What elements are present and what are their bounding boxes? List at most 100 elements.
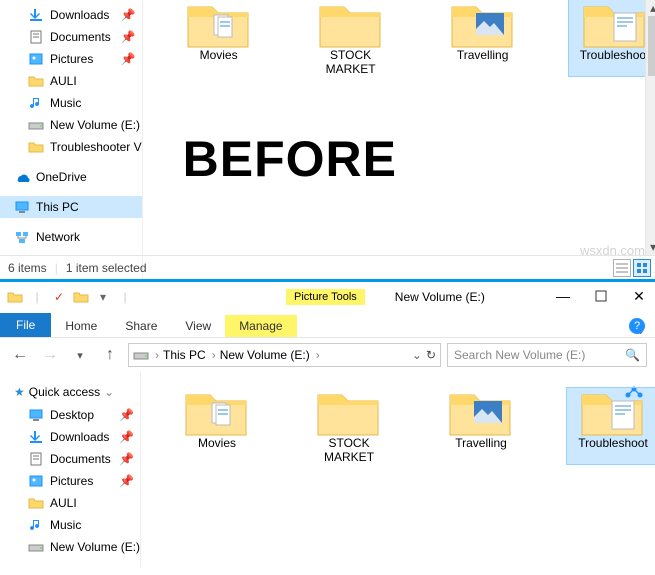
tab-home[interactable]: Home <box>51 315 111 337</box>
folder-icon <box>446 388 516 434</box>
chevron-down-icon[interactable]: ⌄ <box>104 385 114 399</box>
breadcrumb-this-pc[interactable]: This PC <box>163 348 206 362</box>
titlebar: | ✓ ▾ | Picture Tools New Volume (E:) — … <box>0 282 655 312</box>
folder-troubleshoot[interactable]: Troubleshoot <box>567 388 655 464</box>
folder-label: Movies <box>198 436 236 450</box>
nav-label: Troubleshooter V <box>50 140 142 154</box>
pin-icon: 📌 <box>121 30 136 44</box>
quick-access[interactable]: ★ Quick access ⌄ <box>0 380 140 404</box>
folder-movies[interactable]: Movies <box>171 388 263 464</box>
breadcrumb-volume[interactable]: New Volume (E:) <box>220 348 310 362</box>
nav-downloads[interactable]: Downloads 📌 <box>0 4 142 26</box>
tab-file[interactable]: File <box>0 313 51 337</box>
picture-tools-tab[interactable]: Picture Tools <box>286 289 365 305</box>
scrollbar[interactable]: ▴ ▾ <box>645 0 655 255</box>
nav-documents[interactable]: Documents 📌 <box>0 26 142 48</box>
search-placeholder: Search New Volume (E:) <box>454 348 585 362</box>
refresh-icon[interactable]: ↻ <box>426 348 436 362</box>
folder-label: Movies <box>200 48 238 62</box>
pin-icon: 📌 <box>121 8 136 22</box>
drive-icon <box>28 117 44 133</box>
nav-documents[interactable]: Documents📌 <box>0 448 140 470</box>
folder-icon <box>28 73 44 89</box>
nav-pictures[interactable]: Pictures📌 <box>0 470 140 492</box>
folder-icon <box>182 388 252 434</box>
nav-forward-button[interactable]: → <box>38 343 62 367</box>
quick-access-label: Quick access <box>29 385 100 399</box>
qat-dropdown[interactable]: ▾ <box>92 284 114 310</box>
nav-music[interactable]: Music <box>0 514 140 536</box>
help-icon[interactable]: ? <box>629 318 645 334</box>
nav-network[interactable]: Network <box>0 226 142 248</box>
folder-travelling[interactable]: Travelling <box>435 388 527 464</box>
address-bar[interactable]: › This PC › New Volume (E:) › ⌄ ↻ <box>128 343 441 367</box>
nav-onedrive[interactable]: OneDrive <box>0 166 142 188</box>
window-title: New Volume (E:) <box>395 290 485 304</box>
nav-label: Network <box>36 230 80 244</box>
view-icons-button[interactable] <box>633 259 651 277</box>
nav-tree-top: Downloads 📌 Documents 📌 Pictures📌 AULI Mus… <box>0 0 143 279</box>
nav-label: Pictures <box>50 52 93 66</box>
nav-auli[interactable]: AULI <box>0 492 140 514</box>
nav-this-pc[interactable]: This PC <box>0 196 142 218</box>
scroll-down-icon[interactable]: ▾ <box>646 239 655 255</box>
addr-dropdown-icon[interactable]: ⌄ <box>412 348 422 362</box>
qat-folder-icon[interactable] <box>70 284 92 310</box>
documents-icon <box>28 29 44 45</box>
folder-icon <box>184 0 254 46</box>
music-icon <box>28 517 44 533</box>
downloads-icon <box>28 429 44 445</box>
folder-icon <box>314 388 384 434</box>
tab-share[interactable]: Share <box>111 315 171 337</box>
folder-label: Travelling <box>455 436 507 450</box>
view-details-button[interactable] <box>613 259 631 277</box>
nav-recent-button[interactable]: ▾ <box>68 343 92 367</box>
nav-desktop[interactable]: Desktop📌 <box>0 404 140 426</box>
folder-stock-market[interactable]: STOCK MARKET <box>305 0 397 76</box>
nav-label: Documents <box>50 452 111 466</box>
folder-troubleshoot[interactable]: Troubleshoot <box>569 0 655 76</box>
nav-downloads[interactable]: Downloads📌 <box>0 426 140 448</box>
network-icon <box>14 229 30 245</box>
chevron-right-icon[interactable]: › <box>212 348 216 362</box>
qat-separator: | <box>26 284 48 310</box>
search-box[interactable]: Search New Volume (E:) 🔍 <box>447 343 647 367</box>
nav-music[interactable]: Music <box>0 92 142 114</box>
nav-new-volume-e-[interactable]: New Volume (E:) <box>0 536 140 558</box>
pictures-icon <box>28 473 44 489</box>
folder-travelling[interactable]: Travelling <box>437 0 529 76</box>
nav-back-button[interactable]: ← <box>8 343 32 367</box>
close-button[interactable]: ✕ <box>629 286 649 306</box>
scroll-up-icon[interactable]: ▴ <box>646 0 655 16</box>
folder-movies[interactable]: Movies <box>173 0 265 76</box>
status-items: 6 items <box>8 261 47 275</box>
pin-icon: 📌 <box>119 430 134 444</box>
chevron-right-icon[interactable]: › <box>316 348 320 362</box>
search-icon: 🔍 <box>625 348 640 362</box>
folder-stock-market[interactable]: STOCK MARKET <box>303 388 395 464</box>
qat-check-icon[interactable]: ✓ <box>48 284 70 310</box>
nav-label: New Volume (E:) <box>50 118 140 132</box>
tab-manage[interactable]: Manage <box>225 315 296 337</box>
nav-label: Music <box>50 96 81 110</box>
music-icon <box>28 95 44 111</box>
nav-pictures[interactable]: Pictures📌 <box>0 48 142 70</box>
maximize-button[interactable] <box>591 286 611 306</box>
scroll-thumb[interactable] <box>648 16 655 76</box>
nav-tree-bottom: ★Quick access⌄ Desktop📌Downloads📌Documen… <box>0 372 141 568</box>
nav-up-button[interactable]: ↑ <box>98 343 122 367</box>
nav-troubleshooter[interactable]: Troubleshooter V <box>0 136 142 158</box>
nav-label: Downloads <box>50 8 109 22</box>
chevron-right-icon[interactable]: › <box>155 348 159 362</box>
folder-icon <box>28 139 44 155</box>
nav-drive[interactable]: New Volume (E:) <box>0 114 142 136</box>
nav-label: New Volume (E:) <box>50 540 140 554</box>
qat-app-icon[interactable] <box>4 284 26 310</box>
nav-label: This PC <box>36 200 79 214</box>
address-row: ← → ▾ ↑ › This PC › New Volume (E:) › ⌄ … <box>0 338 655 372</box>
star-icon: ★ <box>14 385 25 399</box>
tab-view[interactable]: View <box>171 315 225 337</box>
minimize-button[interactable]: — <box>553 286 573 306</box>
nav-label: Documents <box>50 30 111 44</box>
nav-auli[interactable]: AULI <box>0 70 142 92</box>
